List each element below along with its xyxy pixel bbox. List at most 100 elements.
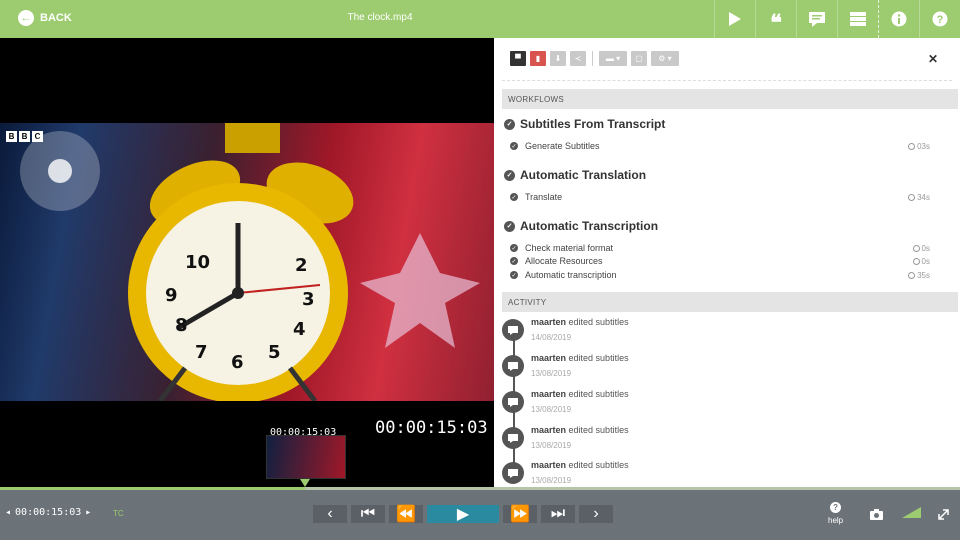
activity-user: maarten bbox=[531, 425, 567, 435]
help-button[interactable]: ? help bbox=[828, 502, 843, 525]
info-button[interactable] bbox=[878, 0, 919, 38]
skip-end-icon: ⏭ bbox=[550, 505, 566, 522]
fast-forward-icon: ⏩ bbox=[510, 506, 530, 523]
export-icon: ▬ ▾ bbox=[605, 54, 621, 63]
clock-icon bbox=[908, 142, 916, 150]
share-icon: ≺ bbox=[574, 54, 582, 63]
task-duration-text: 03s bbox=[917, 141, 930, 151]
delete-button[interactable]: ▮ bbox=[530, 51, 546, 66]
check-circle-icon: ✓ bbox=[510, 244, 518, 252]
skip-to-start-button[interactable]: ⏮ bbox=[351, 505, 385, 523]
divider bbox=[502, 80, 952, 81]
fullscreen-button[interactable] bbox=[938, 507, 949, 525]
task-duration-text: 0s bbox=[921, 256, 930, 266]
play-view-button[interactable] bbox=[714, 0, 755, 38]
next-button[interactable]: › bbox=[579, 505, 613, 523]
workflow-title: ✓ Automatic Translation bbox=[504, 168, 646, 182]
chevron-right-icon: › bbox=[593, 505, 599, 522]
activity-item: maarten edited subtitles 14/08/2019 bbox=[502, 317, 629, 342]
play-icon: ▶ bbox=[456, 506, 470, 523]
panel-toolbar: ▀ ▮ ⬇ ≺ ▬ ▾ ▢ ⚙ ▾ bbox=[510, 51, 679, 66]
activity-header: ACTIVITY bbox=[502, 292, 958, 312]
previous-button[interactable]: ‹ bbox=[313, 505, 347, 523]
workflow-title: ✓ Subtitles From Transcript bbox=[504, 117, 665, 131]
activity-text: maarten edited subtitles bbox=[531, 353, 629, 363]
expand-icon bbox=[938, 509, 949, 520]
activity-user: maarten bbox=[531, 460, 567, 470]
help-icon: ? bbox=[932, 11, 948, 27]
step-forward-icon[interactable]: ▸ bbox=[85, 507, 91, 518]
download-icon: ⬇ bbox=[554, 54, 562, 63]
list-view-button[interactable] bbox=[837, 0, 878, 38]
folder-icon: ▀ bbox=[515, 54, 521, 63]
quote-icon: ❝ bbox=[770, 10, 782, 35]
workflow-title-text: Subtitles From Transcript bbox=[520, 117, 666, 131]
task-duration-text: 35s bbox=[917, 270, 930, 280]
activity-item: maarten edited subtitles 13/08/2019 bbox=[502, 353, 629, 378]
check-circle-icon: ✓ bbox=[504, 220, 515, 232]
check-circle-icon: ✓ bbox=[510, 142, 518, 150]
close-icon[interactable]: ✕ bbox=[928, 52, 938, 66]
help-label: help bbox=[828, 516, 844, 525]
settings-dropdown[interactable]: ⚙ ▾ bbox=[651, 51, 679, 66]
task-duration: 35s bbox=[908, 271, 930, 280]
folder-button[interactable]: ▀ bbox=[510, 51, 526, 66]
workflow-title-text: Automatic Translation bbox=[520, 168, 647, 182]
activity-user: maarten bbox=[531, 317, 567, 327]
svg-text:2: 2 bbox=[295, 255, 308, 276]
task-duration-text: 0s bbox=[921, 243, 930, 253]
video-frame: B B C 10 2 9 3 8 4 7 6 5 bbox=[0, 123, 494, 401]
svg-text:7: 7 bbox=[195, 342, 208, 363]
info-icon bbox=[891, 11, 907, 27]
file-title: The clock.mp4 bbox=[347, 12, 413, 23]
clock-illustration: 10 2 9 3 8 4 7 6 5 bbox=[20, 123, 480, 401]
share-button[interactable]: ≺ bbox=[570, 51, 586, 66]
video-timecode: 00:00:15:03 bbox=[375, 418, 488, 438]
timecode-display: ◂ 00:00:15:03 ▸ bbox=[5, 507, 91, 518]
svg-text:5: 5 bbox=[268, 342, 281, 363]
svg-text:10: 10 bbox=[185, 252, 210, 273]
activity-action: edited subtitles bbox=[568, 389, 629, 399]
clock-icon bbox=[908, 271, 916, 279]
back-button[interactable]: ← BACK bbox=[18, 10, 72, 26]
activity-date: 13/08/2019 bbox=[531, 476, 572, 485]
download-button[interactable]: ⬇ bbox=[550, 51, 566, 66]
activity-text: maarten edited subtitles bbox=[531, 460, 629, 470]
comment-view-button[interactable] bbox=[796, 0, 837, 38]
activity-date: 14/08/2019 bbox=[531, 333, 572, 342]
export-dropdown[interactable]: ▬ ▾ bbox=[599, 51, 627, 66]
check-circle-icon: ✓ bbox=[510, 271, 518, 279]
svg-text:9: 9 bbox=[165, 285, 178, 306]
step-back-icon[interactable]: ◂ bbox=[5, 507, 11, 518]
task-name: Automatic transcription bbox=[525, 270, 617, 280]
help-button[interactable]: ? bbox=[919, 0, 960, 38]
task-duration: 0s bbox=[912, 243, 930, 253]
document-button[interactable]: ▢ bbox=[631, 51, 647, 66]
svg-text:8: 8 bbox=[175, 315, 188, 336]
clock-icon bbox=[908, 193, 916, 201]
activity-text: maarten edited subtitles bbox=[531, 425, 629, 435]
rewind-button[interactable]: ⏪ bbox=[389, 505, 423, 523]
play-button[interactable]: ▶ bbox=[427, 505, 499, 523]
activity-date: 13/08/2019 bbox=[531, 441, 572, 450]
skip-to-end-button[interactable]: ⏭ bbox=[541, 505, 575, 523]
activity-user: maarten bbox=[531, 353, 567, 363]
volume-icon[interactable] bbox=[902, 507, 921, 518]
fast-forward-button[interactable]: ⏩ bbox=[503, 505, 537, 523]
top-bar: ← BACK The clock.mp4 ❝ ? bbox=[0, 0, 960, 38]
workflow-task: ✓ Translate 34s bbox=[510, 192, 930, 202]
activity-action: edited subtitles bbox=[568, 425, 629, 435]
timecode-mode-toggle[interactable]: TC bbox=[113, 509, 124, 518]
svg-text:6: 6 bbox=[231, 352, 244, 373]
comment-icon bbox=[502, 427, 524, 449]
activity-date: 13/08/2019 bbox=[531, 369, 572, 378]
quote-view-button[interactable]: ❝ bbox=[755, 0, 796, 38]
playhead-handle[interactable] bbox=[300, 479, 311, 487]
check-circle-icon: ✓ bbox=[504, 169, 515, 181]
svg-text:?: ? bbox=[937, 14, 944, 26]
svg-text:3: 3 bbox=[302, 289, 315, 310]
activity-item: maarten edited subtitles 13/08/2019 bbox=[502, 460, 629, 485]
clock-icon bbox=[912, 257, 920, 265]
snapshot-button[interactable] bbox=[870, 507, 883, 525]
video-player[interactable]: B B C 10 2 9 3 8 4 7 6 5 00:00:15:03 00:… bbox=[0, 38, 494, 487]
